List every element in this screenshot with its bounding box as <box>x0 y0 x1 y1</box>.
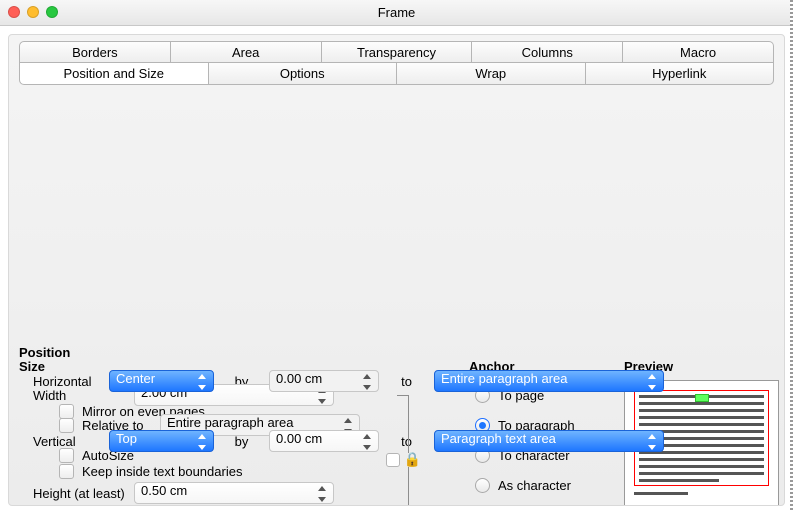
vertical-select[interactable]: Top <box>109 430 214 452</box>
tab-position-and-size[interactable]: Position and Size <box>19 63 209 85</box>
tab-options[interactable]: Options <box>209 63 398 85</box>
width-relative-checkbox[interactable] <box>59 418 74 433</box>
chevron-updown-icon <box>195 433 211 451</box>
lock-icon: 🔒 <box>404 451 421 468</box>
keep-ratio-bracket: 🔒 <box>389 395 417 506</box>
tab-macro[interactable]: Macro <box>623 41 774 63</box>
tab-wrap[interactable]: Wrap <box>397 63 586 85</box>
tabbar-bottom: Position and Size Options Wrap Hyperlink <box>19 63 774 85</box>
tab-hyperlink[interactable]: Hyperlink <box>586 63 775 85</box>
tab-borders[interactable]: Borders <box>19 41 171 63</box>
chevron-updown-icon <box>645 373 661 391</box>
chevron-updown-icon <box>195 373 211 391</box>
v-by-stepper[interactable] <box>360 433 376 451</box>
height-value: 0.50 cm <box>141 483 187 498</box>
h-to-select[interactable]: Entire paragraph area <box>434 370 664 392</box>
tab-transparency[interactable]: Transparency <box>322 41 473 63</box>
v-to-select[interactable]: Paragraph text area <box>434 430 664 452</box>
height-field[interactable]: 0.50 cm <box>134 482 334 504</box>
mirror-checkbox[interactable] <box>59 404 74 419</box>
keep-ratio-checkbox[interactable] <box>386 453 400 467</box>
h-by-stepper <box>360 373 376 391</box>
height-label: Height (at least) <box>19 486 134 501</box>
anchor-as-character-radio[interactable] <box>475 478 490 493</box>
tabbar-top: Borders Area Transparency Columns Macro <box>19 41 774 63</box>
anchor-as-character-label: As character <box>498 478 571 493</box>
window-title: Frame <box>0 0 793 26</box>
tab-columns[interactable]: Columns <box>472 41 623 63</box>
chevron-updown-icon <box>645 433 661 451</box>
tab-area[interactable]: Area <box>171 41 322 63</box>
dialog-panel: Borders Area Transparency Columns Macro … <box>8 34 785 506</box>
horizontal-select[interactable]: Center <box>109 370 214 392</box>
height-stepper[interactable] <box>315 485 331 503</box>
titlebar: Frame <box>0 0 793 26</box>
preview-frame-marker <box>695 394 709 402</box>
h-by-field: 0.00 cm <box>269 370 379 392</box>
keep-inside-checkbox[interactable] <box>59 464 74 479</box>
width-autosize-checkbox[interactable] <box>59 448 74 463</box>
v-by-field[interactable]: 0.00 cm <box>269 430 379 452</box>
